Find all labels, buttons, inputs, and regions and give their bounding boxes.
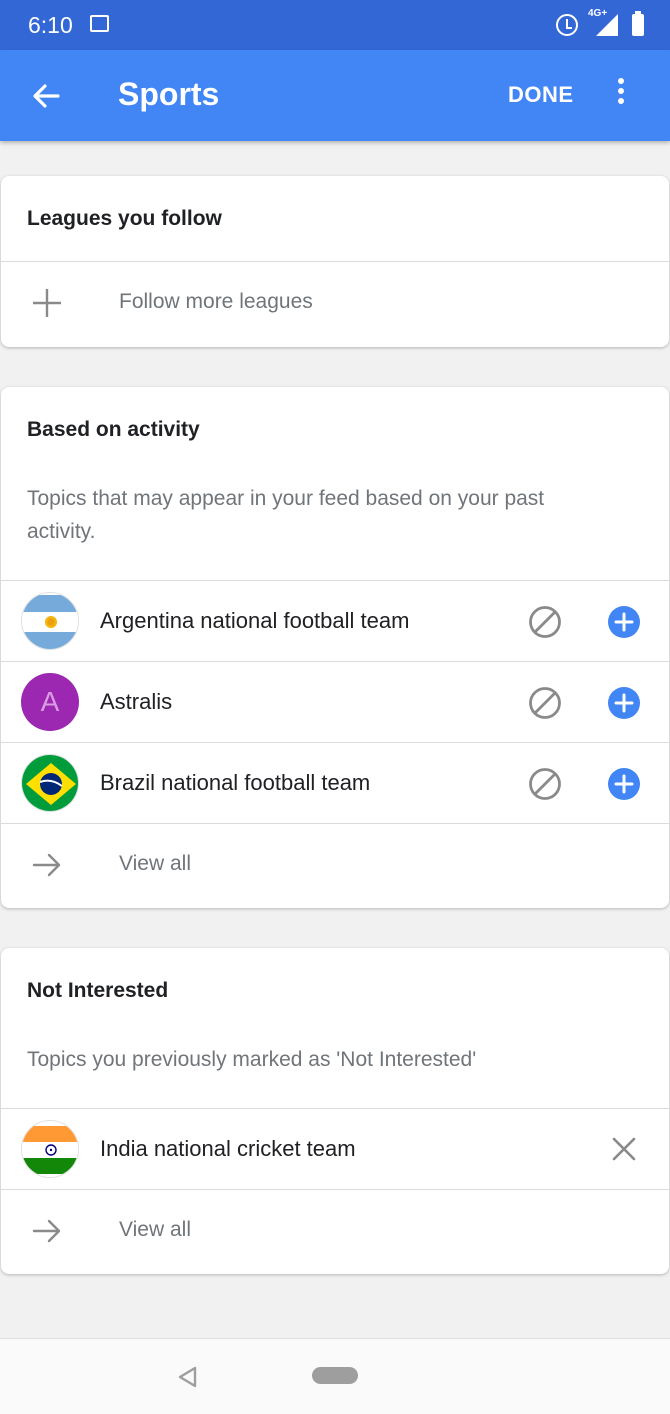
status-bar: 6:10 4G+	[0, 0, 670, 50]
battery-icon	[632, 11, 644, 36]
signal-icon: 4G+	[588, 8, 618, 38]
topic-label: Brazil national football team	[100, 770, 371, 795]
view-all-not-interested-button[interactable]: View all	[1, 1190, 669, 1270]
view-all-label: View all	[119, 1218, 191, 1241]
image-notification-icon	[90, 15, 109, 32]
add-topic-icon[interactable]	[607, 767, 641, 801]
arrow-right-icon	[32, 1219, 61, 1243]
block-icon[interactable]	[528, 605, 562, 639]
leagues-card: Leagues you follow Follow more leagues	[1, 176, 669, 347]
alarm-icon	[556, 14, 578, 36]
block-icon[interactable]	[528, 686, 562, 720]
status-icons: 4G+	[556, 8, 644, 38]
topic-row-astralis[interactable]: A Astralis	[1, 662, 669, 742]
topic-label: India national cricket team	[100, 1136, 356, 1161]
page-title: Sports	[118, 76, 220, 112]
not-interested-card-description: Topics you previously marked as 'Not Int…	[27, 1048, 477, 1071]
topic-row-india[interactable]: India national cricket team	[1, 1109, 669, 1189]
topic-row-brazil[interactable]: Brazil national football team	[1, 743, 669, 823]
more-options-icon[interactable]	[614, 78, 628, 114]
topic-label: Argentina national football team	[100, 608, 410, 633]
letter-avatar: A	[21, 673, 79, 731]
india-flag-icon	[21, 1120, 79, 1178]
follow-more-leagues-label: Follow more leagues	[119, 290, 313, 313]
app-bar: Sports DONE	[0, 50, 670, 141]
back-arrow-icon[interactable]	[28, 78, 64, 114]
status-time: 6:10	[28, 12, 73, 38]
leagues-card-title: Leagues you follow	[27, 207, 222, 230]
view-all-activity-button[interactable]: View all	[1, 824, 669, 904]
not-interested-card: Not Interested Topics you previously mar…	[1, 948, 669, 1274]
argentina-flag-icon	[21, 592, 79, 650]
follow-more-leagues-button[interactable]: Follow more leagues	[1, 262, 669, 342]
topic-row-argentina[interactable]: Argentina national football team	[1, 581, 669, 661]
system-nav-bar	[0, 1338, 670, 1414]
arrow-right-icon	[32, 853, 61, 877]
activity-card-title: Based on activity	[27, 418, 200, 441]
topic-label: Astralis	[100, 689, 173, 714]
done-button[interactable]: DONE	[508, 82, 574, 108]
not-interested-card-title: Not Interested	[27, 979, 169, 1002]
nav-back-icon[interactable]	[176, 1365, 200, 1389]
brazil-flag-icon	[21, 754, 79, 812]
plus-icon	[33, 289, 61, 317]
activity-card: Based on activity Topics that may appear…	[1, 387, 669, 908]
close-icon[interactable]	[607, 1132, 641, 1166]
add-topic-icon[interactable]	[607, 605, 641, 639]
block-icon[interactable]	[528, 767, 562, 801]
add-topic-icon[interactable]	[607, 686, 641, 720]
activity-card-description: Topics that may appear in your feed base…	[27, 487, 545, 543]
view-all-label: View all	[119, 852, 191, 875]
nav-home-button[interactable]	[312, 1367, 358, 1384]
